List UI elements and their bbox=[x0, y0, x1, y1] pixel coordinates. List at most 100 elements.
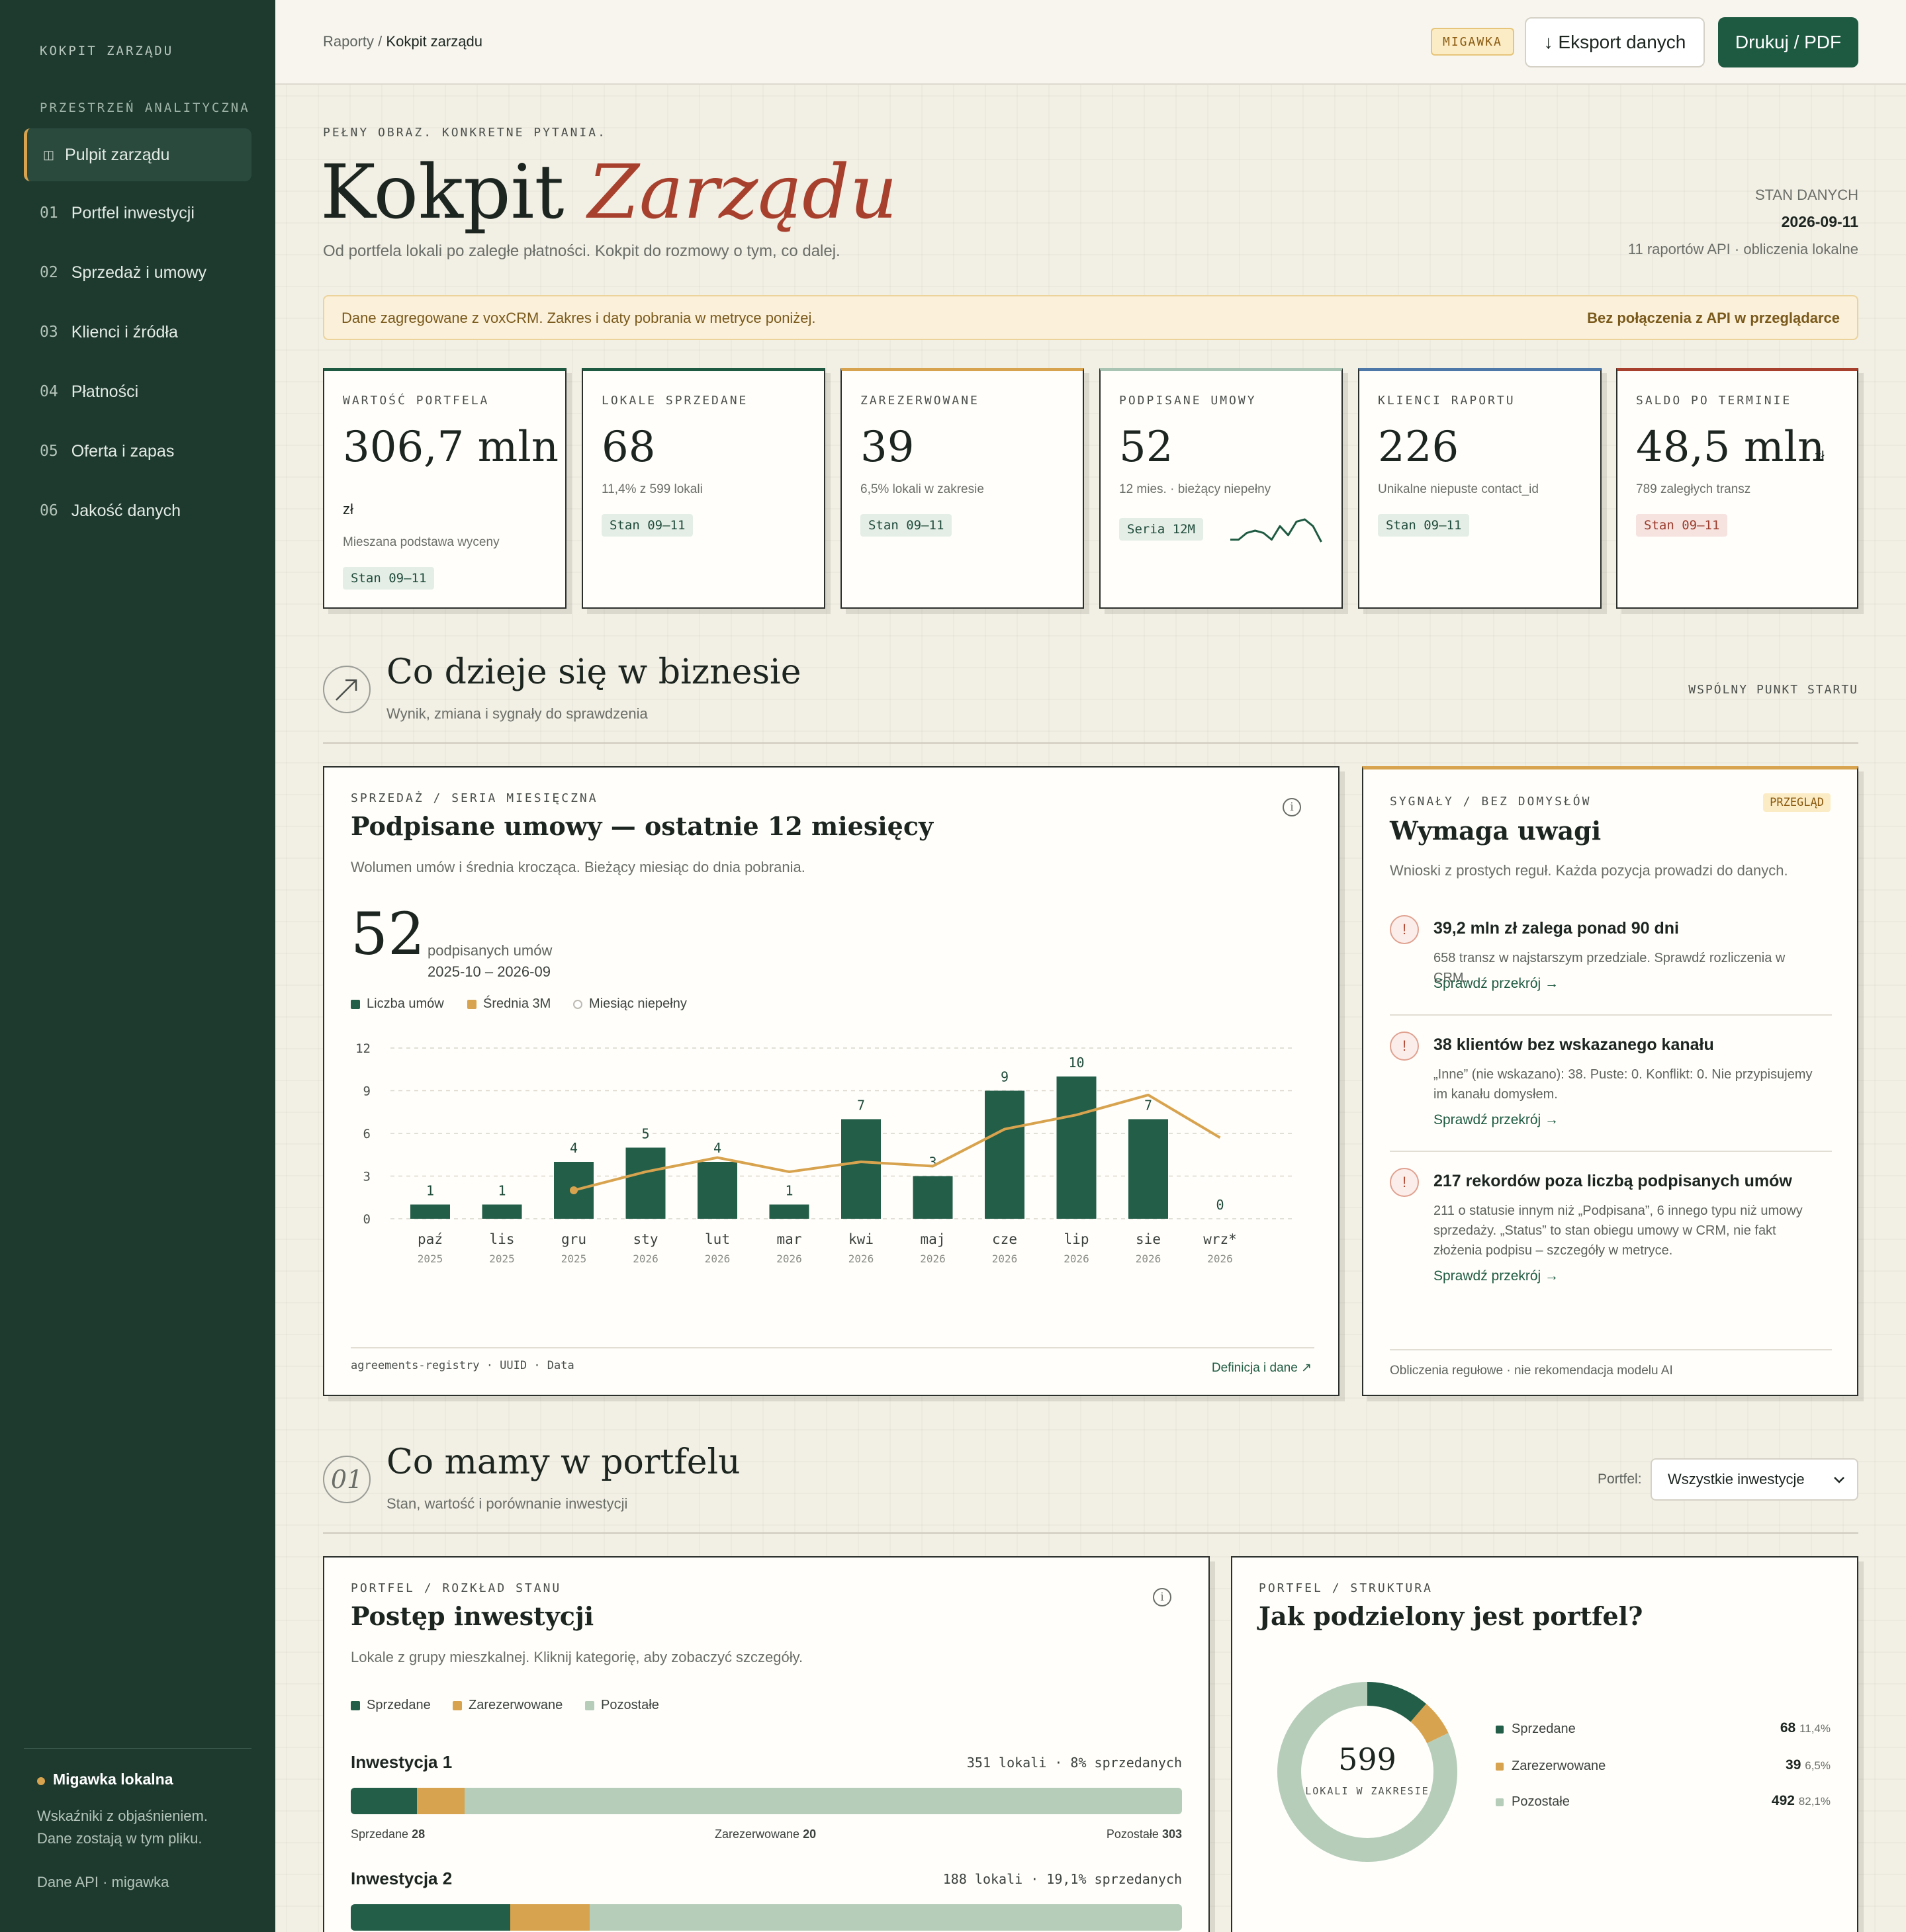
card-description: Wnioski z prostych reguł. Każda pozycja … bbox=[1390, 862, 1788, 879]
legend-item-count[interactable]: Liczba umów bbox=[351, 996, 444, 1012]
structure-label: Pozostałe bbox=[1512, 1794, 1570, 1809]
signal-link[interactable]: Sprawdź przekrój → bbox=[1433, 1268, 1559, 1284]
x-tick-year: 2026 bbox=[848, 1252, 874, 1265]
x-tick-year: 2026 bbox=[776, 1252, 802, 1265]
card-overline: PORTFEL / ROZKŁAD STANU bbox=[351, 1581, 562, 1595]
kpi-value: 306,7 mln bbox=[343, 423, 559, 472]
sold-label: Sprzedane bbox=[351, 1827, 409, 1841]
y-tick-label: 3 bbox=[363, 1170, 371, 1184]
sidebar-item-sales[interactable]: 02 Sprzedaż i umowy bbox=[24, 246, 251, 299]
structure-value: 39 bbox=[1786, 1757, 1801, 1773]
definition-link[interactable]: Definicja i dane ↗ bbox=[1212, 1360, 1312, 1376]
kpi-label: ZAREZERWOWANE bbox=[860, 394, 979, 408]
info-icon[interactable]: i bbox=[1153, 1588, 1171, 1606]
bar[interactable] bbox=[698, 1162, 737, 1219]
kpi-tag: Stan 09–11 bbox=[1378, 514, 1470, 537]
bar-value-label: 4 bbox=[570, 1140, 578, 1156]
investment-progress-bar[interactable] bbox=[351, 1788, 1182, 1814]
kpi-card-overdue-balance[interactable]: SALDO PO TERMINIE 48,5 mln zł 789 zaległ… bbox=[1616, 368, 1858, 609]
investment-name: Inwestycja 1 bbox=[351, 1752, 453, 1772]
bar[interactable] bbox=[841, 1119, 881, 1219]
page-title-accent: Zarządu bbox=[588, 150, 897, 236]
portfolio-filter-select[interactable]: Wszystkie inwestycje bbox=[1651, 1458, 1858, 1501]
bar[interactable] bbox=[1056, 1076, 1097, 1219]
legend-item-partial-month[interactable]: Miesiąc niepełny bbox=[573, 996, 687, 1012]
legend-item-sold[interactable]: Sprzedane bbox=[351, 1698, 431, 1713]
signal-divider bbox=[1390, 1014, 1832, 1016]
print-pdf-button[interactable]: Drukuj / PDF bbox=[1718, 17, 1858, 67]
sold-count-label: Sprzedane 28 bbox=[351, 1827, 425, 1841]
kpi-card-portfolio-value[interactable]: WARTOŚĆ PORTFELA 306,7 mln zł Mieszana p… bbox=[323, 368, 567, 609]
section-right-label: WSPÓLNY PUNKT STARTU bbox=[1688, 683, 1858, 697]
bar[interactable] bbox=[985, 1090, 1024, 1219]
breadcrumb-parent[interactable]: Raporty bbox=[323, 33, 374, 50]
signal-title: 38 klientów bez wskazanego kanału bbox=[1433, 1035, 1714, 1054]
sidebar-item-offer[interactable]: 05 Oferta i zapas bbox=[24, 425, 251, 478]
bar-value-label: 3 bbox=[929, 1155, 936, 1170]
sidebar-item-payments[interactable]: 04 Płatności bbox=[24, 365, 251, 418]
kpi-card-reserved[interactable]: ZAREZERWOWANE 39 6,5% lokali w zakresie … bbox=[840, 368, 1084, 609]
bar[interactable] bbox=[913, 1176, 953, 1219]
bar-segment-reserved[interactable] bbox=[417, 1788, 465, 1814]
x-tick-label: paź bbox=[418, 1231, 443, 1247]
bar[interactable] bbox=[482, 1204, 522, 1219]
bar-segment-sold[interactable] bbox=[351, 1788, 418, 1814]
legend-item-reserved[interactable]: Zarezerwowane bbox=[453, 1698, 563, 1713]
reserved-label: Zarezerwowane bbox=[715, 1827, 800, 1841]
card-overline: PORTFEL / STRUKTURA bbox=[1259, 1581, 1433, 1595]
page-title: Kokpit Zarządu bbox=[320, 150, 897, 236]
kpi-card-clients[interactable]: KLIENCI RAPORTU 226 Unikalne niepuste co… bbox=[1358, 368, 1602, 609]
bar[interactable] bbox=[410, 1204, 450, 1219]
alert-icon: ! bbox=[1390, 1032, 1419, 1061]
kpi-sub: Unikalne niepuste contact_id bbox=[1378, 482, 1539, 496]
investment-meta: 351 lokali · 8% sprzedanych bbox=[966, 1755, 1182, 1771]
bar[interactable] bbox=[625, 1147, 666, 1219]
kpi-tag: Stan 09–11 bbox=[1636, 514, 1728, 537]
bar-segment-reserved[interactable] bbox=[510, 1904, 590, 1931]
bar-segment-remaining[interactable] bbox=[589, 1904, 1182, 1931]
x-tick-label: kwi bbox=[848, 1231, 874, 1247]
bar[interactable] bbox=[769, 1204, 809, 1219]
signal-link[interactable]: Sprawdź przekrój → bbox=[1433, 1112, 1559, 1128]
bar-value-label: 1 bbox=[785, 1183, 793, 1199]
data-status-label: STAN DANYCH bbox=[1754, 187, 1858, 203]
legend-swatch-remaining bbox=[1496, 1798, 1504, 1806]
x-tick-year: 2026 bbox=[992, 1252, 1018, 1265]
legend-item-remaining[interactable]: Pozostałe bbox=[585, 1698, 659, 1713]
section-divider bbox=[323, 742, 1858, 744]
legend-swatch-sold bbox=[1496, 1726, 1504, 1734]
kpi-sub: Mieszana podstawa wyceny bbox=[343, 535, 500, 549]
bar-value-label: 7 bbox=[857, 1098, 865, 1114]
notice-text: Dane zagregowane z voxCRM. Zakres i daty… bbox=[341, 310, 816, 326]
sidebar-item-data-quality[interactable]: 06 Jakość danych bbox=[24, 484, 251, 537]
y-tick-label: 9 bbox=[363, 1084, 371, 1099]
portfolio-filter-value: Wszystkie inwestycje bbox=[1668, 1471, 1805, 1487]
sidebar-item-dashboard[interactable]: ◫ Pulpit zarządu bbox=[24, 128, 251, 181]
x-tick-label: lut bbox=[705, 1231, 730, 1247]
signal-link[interactable]: Sprawdź przekrój → bbox=[1433, 976, 1559, 992]
card-overline: SYGNAŁY / BEZ DOMYSŁÓW bbox=[1390, 795, 1592, 809]
sidebar-item-clients[interactable]: 03 Klienci i źródła bbox=[24, 306, 251, 359]
signal-title: 217 rekordów poza liczbą podpisanych umó… bbox=[1433, 1172, 1792, 1190]
x-tick-label: sie bbox=[1136, 1231, 1161, 1247]
sidebar-item-portfolio[interactable]: 01 Portfel inwestycji bbox=[24, 187, 251, 240]
card-title: Postęp inwestycji bbox=[351, 1601, 594, 1631]
bar[interactable] bbox=[1128, 1119, 1168, 1219]
kpi-sub: 6,5% lokali w zakresie bbox=[860, 482, 984, 496]
structure-value-reserved: 39 6,5% bbox=[1786, 1757, 1831, 1773]
investment-progress-bar[interactable] bbox=[351, 1904, 1182, 1931]
x-tick-label: lip bbox=[1064, 1231, 1089, 1247]
kpi-card-signed-agreements[interactable]: PODPISANE UMOWY 52 12 mies. · bieżący ni… bbox=[1099, 368, 1343, 609]
kpi-card-units-sold[interactable]: LOKALE SPRZEDANE 68 11,4% z 599 lokali S… bbox=[582, 368, 825, 609]
bar-segment-remaining[interactable] bbox=[464, 1788, 1182, 1814]
card-title: Podpisane umowy — ostatnie 12 miesięcy bbox=[351, 811, 934, 841]
bar-segment-sold[interactable] bbox=[351, 1904, 510, 1931]
dashboard-icon: ◫ bbox=[43, 148, 55, 161]
hero-eyebrow: PEŁNY OBRAZ. KONKRETNE PYTANIA. bbox=[323, 126, 607, 140]
structure-label: Zarezerwowane bbox=[1512, 1759, 1606, 1773]
export-data-button[interactable]: ↓ Eksport danych bbox=[1525, 17, 1705, 67]
kpi-label: PODPISANE UMOWY bbox=[1119, 394, 1257, 408]
info-icon[interactable]: i bbox=[1283, 798, 1301, 816]
nav-number: 04 bbox=[40, 383, 58, 400]
legend-item-average[interactable]: Średnia 3M bbox=[467, 996, 551, 1012]
